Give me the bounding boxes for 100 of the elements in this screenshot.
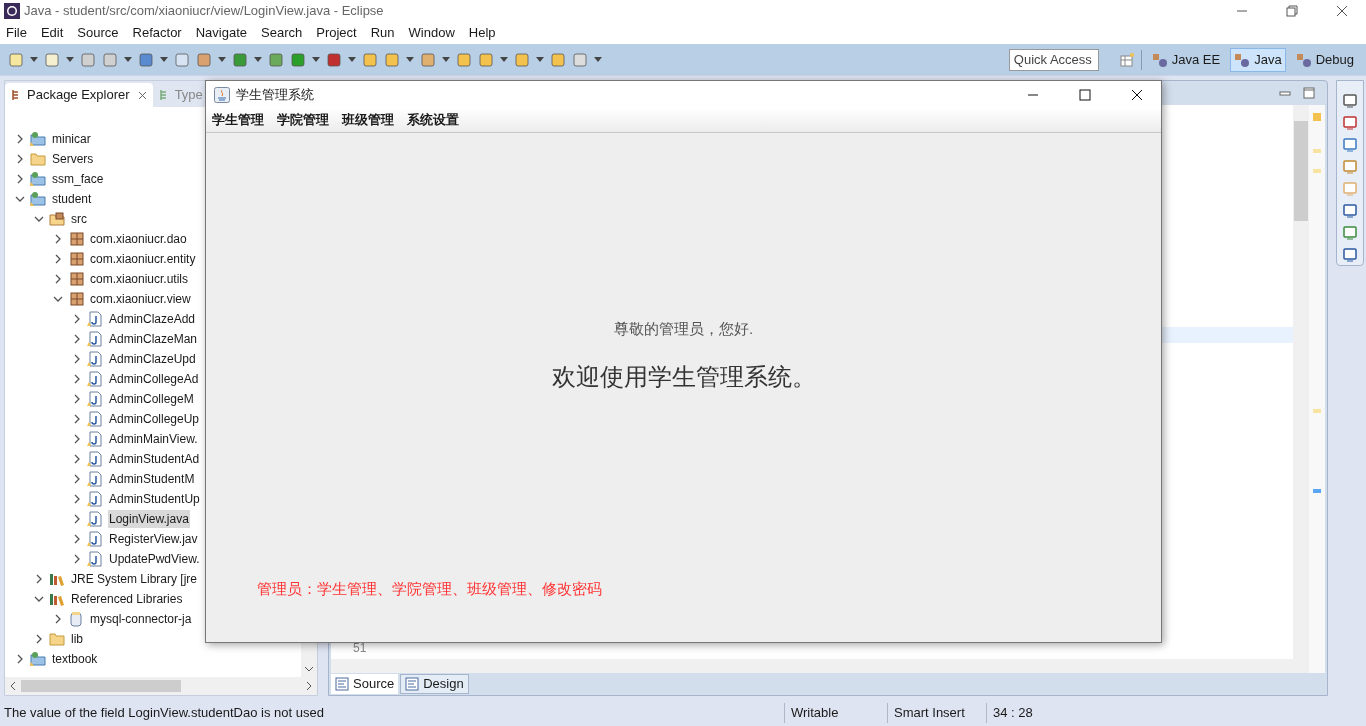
tree-item-label[interactable]: AdminMainView. bbox=[108, 430, 199, 448]
chevron-right-icon[interactable] bbox=[72, 314, 82, 324]
tree-item-label[interactable]: com.xiaoniucr.dao bbox=[89, 230, 188, 248]
dropdown-caret-icon[interactable] bbox=[312, 56, 320, 63]
vertical-scrollbar[interactable] bbox=[1293, 105, 1309, 673]
scroll-right-icon[interactable] bbox=[305, 681, 313, 691]
chevron-right-icon[interactable] bbox=[72, 514, 82, 524]
tree-item-label[interactable]: lib bbox=[70, 630, 84, 648]
chevron-right-icon[interactable] bbox=[53, 234, 63, 244]
quick-access-field[interactable]: Quick Access bbox=[1008, 48, 1099, 71]
restore-icon[interactable] bbox=[1286, 5, 1298, 17]
chevron-right-icon[interactable] bbox=[72, 434, 82, 444]
menu-item[interactable]: Source bbox=[77, 23, 119, 43]
dropdown-caret-icon[interactable] bbox=[348, 56, 356, 63]
tree-item-label[interactable]: src bbox=[70, 210, 88, 228]
editor-mode-tab[interactable]: Source bbox=[331, 674, 399, 694]
horizontal-scrollbar[interactable] bbox=[331, 659, 1293, 673]
view-tab[interactable]: Package Explorer bbox=[5, 83, 153, 107]
chevron-down-icon[interactable] bbox=[15, 194, 25, 204]
tree-item-label[interactable]: LoginView.java bbox=[108, 510, 190, 528]
view-shortcut-icon[interactable] bbox=[1342, 115, 1358, 131]
menu-item[interactable]: Refactor bbox=[132, 23, 182, 43]
view-shortcut-icon[interactable] bbox=[1342, 225, 1358, 241]
tree-item-label[interactable]: com.xiaoniucr.entity bbox=[89, 250, 197, 268]
dropdown-caret-icon[interactable] bbox=[254, 56, 262, 63]
tree-item-label[interactable]: AdminClazeUpd bbox=[108, 350, 197, 368]
tree-item-label[interactable]: RegisterView.jav bbox=[108, 530, 199, 548]
chevron-right-icon[interactable] bbox=[15, 134, 25, 144]
perspective-button[interactable]: Debug bbox=[1291, 47, 1358, 72]
menu-item[interactable]: Navigate bbox=[195, 23, 247, 43]
dropdown-caret-icon[interactable] bbox=[66, 56, 74, 63]
close-icon[interactable] bbox=[1336, 5, 1348, 17]
dropdown-caret-icon[interactable] bbox=[442, 56, 450, 63]
chevron-down-icon[interactable] bbox=[53, 294, 63, 304]
view-shortcut-icon[interactable] bbox=[1342, 247, 1358, 263]
chevron-right-icon[interactable] bbox=[72, 494, 82, 504]
horizontal-scrollbar[interactable] bbox=[5, 677, 317, 695]
tree-item-label[interactable]: AdminStudentUp bbox=[108, 490, 201, 508]
tree-item-label[interactable]: ssm_face bbox=[51, 170, 105, 188]
tree-item-label[interactable]: Referenced Libraries bbox=[70, 590, 184, 608]
menu-item[interactable]: Run bbox=[370, 23, 395, 43]
menu-item[interactable]: Edit bbox=[40, 23, 64, 43]
chevron-right-icon[interactable] bbox=[15, 654, 25, 664]
tree-item-label[interactable]: com.xiaoniucr.view bbox=[89, 290, 192, 308]
tree-item-label[interactable]: AdminCollegeUp bbox=[108, 410, 201, 428]
chevron-right-icon[interactable] bbox=[72, 454, 82, 464]
chevron-right-icon[interactable] bbox=[72, 374, 82, 384]
chevron-right-icon[interactable] bbox=[53, 614, 63, 624]
tree-item-label[interactable]: UpdatePwdView. bbox=[108, 550, 201, 568]
chevron-right-icon[interactable] bbox=[15, 154, 25, 164]
chevron-right-icon[interactable] bbox=[53, 274, 63, 284]
menu-item[interactable]: File bbox=[6, 23, 27, 43]
menu-item[interactable]: Window bbox=[408, 23, 455, 43]
scroll-left-icon[interactable] bbox=[9, 681, 17, 691]
maximize-icon[interactable] bbox=[1303, 87, 1315, 99]
chevron-right-icon[interactable] bbox=[15, 174, 25, 184]
dropdown-caret-icon[interactable] bbox=[160, 56, 168, 63]
dropdown-caret-icon[interactable] bbox=[218, 56, 226, 63]
tree-item-label[interactable]: AdminClazeMan bbox=[108, 330, 199, 348]
view-shortcut-icon[interactable] bbox=[1342, 203, 1358, 219]
scroll-down-icon[interactable] bbox=[304, 665, 314, 673]
chevron-down-icon[interactable] bbox=[34, 214, 44, 224]
menu-item[interactable]: 学生管理 bbox=[212, 110, 264, 130]
tree-item-label[interactable]: Servers bbox=[51, 150, 95, 168]
menu-item[interactable]: 学院管理 bbox=[277, 110, 329, 130]
chevron-right-icon[interactable] bbox=[34, 574, 44, 584]
chevron-right-icon[interactable] bbox=[72, 334, 82, 344]
menu-item[interactable]: Search bbox=[261, 23, 303, 43]
tree-item-label[interactable]: AdminStudentM bbox=[108, 470, 196, 488]
chevron-right-icon[interactable] bbox=[72, 354, 82, 364]
perspective-button[interactable]: Java bbox=[1230, 47, 1286, 72]
dropdown-caret-icon[interactable] bbox=[124, 56, 132, 63]
tree-item-label[interactable]: minicar bbox=[51, 130, 92, 148]
menu-item[interactable]: 系统设置 bbox=[407, 110, 459, 130]
tree-item-label[interactable]: AdminStudentAd bbox=[108, 450, 201, 468]
chevron-right-icon[interactable] bbox=[72, 554, 82, 564]
scrollbar-thumb[interactable] bbox=[1294, 121, 1308, 221]
tree-item-label[interactable]: AdminCollegeAd bbox=[108, 370, 200, 388]
editor-mode-tab[interactable]: Design bbox=[400, 674, 469, 694]
maximize-icon[interactable] bbox=[1079, 88, 1091, 101]
view-shortcut-icon[interactable] bbox=[1342, 93, 1358, 109]
perspective-button[interactable]: Java EE bbox=[1147, 47, 1225, 72]
chevron-right-icon[interactable] bbox=[53, 254, 63, 264]
menu-item[interactable]: Help bbox=[468, 23, 496, 43]
dropdown-caret-icon[interactable] bbox=[406, 56, 414, 63]
dropdown-caret-icon[interactable] bbox=[594, 56, 602, 63]
dropdown-caret-icon[interactable] bbox=[536, 56, 544, 63]
chevron-right-icon[interactable] bbox=[34, 634, 44, 644]
menu-item[interactable]: Project bbox=[316, 23, 357, 43]
chevron-right-icon[interactable] bbox=[72, 534, 82, 544]
dropdown-caret-icon[interactable] bbox=[30, 56, 38, 63]
chevron-right-icon[interactable] bbox=[72, 474, 82, 484]
tree-item-label[interactable]: JRE System Library [jre bbox=[70, 570, 199, 588]
chevron-right-icon[interactable] bbox=[72, 394, 82, 404]
chevron-down-icon[interactable] bbox=[34, 594, 44, 604]
close-icon[interactable] bbox=[1131, 88, 1143, 101]
dropdown-caret-icon[interactable] bbox=[500, 56, 508, 63]
tree-item-label[interactable]: mysql-connector-ja bbox=[89, 610, 193, 628]
tree-item-label[interactable]: AdminCollegeM bbox=[108, 390, 195, 408]
menu-item[interactable]: 班级管理 bbox=[342, 110, 394, 130]
